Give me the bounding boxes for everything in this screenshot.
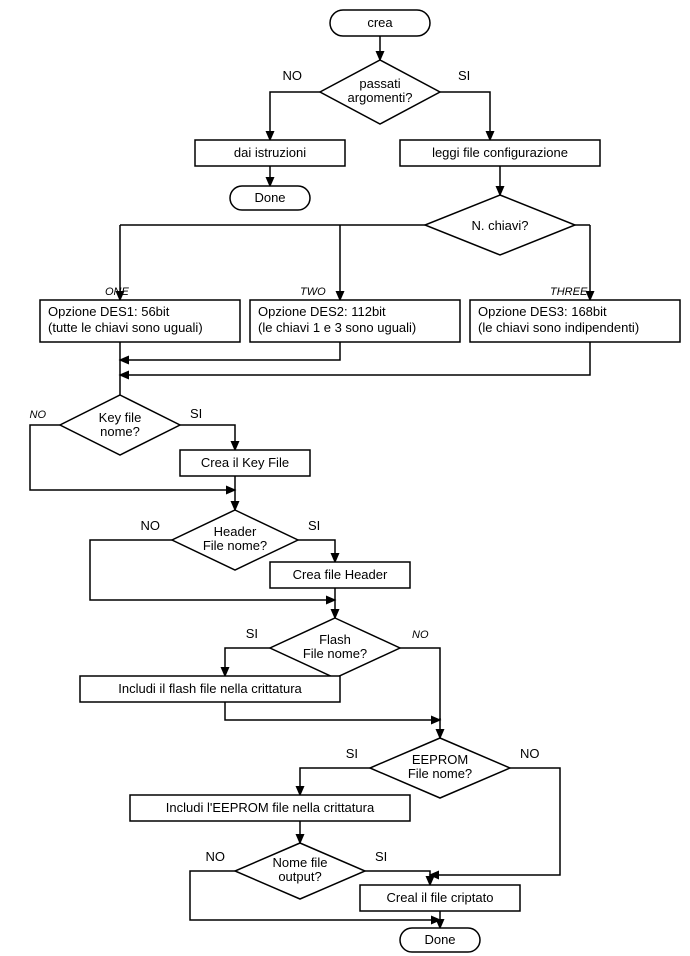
decision-args-l2: argomenti? <box>347 90 412 105</box>
args-no: NO <box>283 68 303 83</box>
des3-l1: Opzione DES3: 168bit <box>478 304 607 319</box>
hd-no: NO <box>141 518 161 533</box>
kf-no: NO <box>30 409 47 421</box>
fl-si: SI <box>246 626 258 641</box>
des2-l1: Opzione DES2: 112bit <box>258 304 386 319</box>
flowchart: text{font-family:Arial,Helvetica,sans-se… <box>0 0 690 956</box>
process-read-config-label: leggi file configurazione <box>432 145 568 160</box>
out-si: SI <box>375 849 387 864</box>
process-crea-output-label: Creal il file criptato <box>387 890 494 905</box>
hd-si: SI <box>308 518 320 533</box>
decision-keyfile-l2: nome? <box>100 424 140 439</box>
decision-output-l1: Nome file <box>273 855 328 870</box>
des1-l2: (tutte le chiavi sono uguali) <box>48 320 203 335</box>
terminal-start-label: crea <box>367 15 393 30</box>
process-crea-keyfile-label: Crea il Key File <box>201 455 289 470</box>
des2-l2: (le chiavi 1 e 3 sono uguali) <box>258 320 416 335</box>
decision-keyfile-l1: Key file <box>99 410 142 425</box>
decision-eeprom-l2: File nome? <box>408 766 472 781</box>
terminal-done-1-label: Done <box>254 190 285 205</box>
decision-flash-l1: Flash <box>319 632 351 647</box>
branch-one-label: ONE <box>105 286 130 298</box>
process-crea-header-label: Crea file Header <box>293 567 388 582</box>
decision-nkeys-label: N. chiavi? <box>471 218 528 233</box>
branch-three-label: THREE <box>550 286 588 298</box>
decision-output-l2: output? <box>278 869 321 884</box>
decision-flash-l2: File nome? <box>303 646 367 661</box>
decision-eeprom-l1: EEPROM <box>412 752 468 767</box>
decision-args-l1: passati <box>359 76 400 91</box>
fl-no: NO <box>412 629 429 641</box>
out-no: NO <box>206 849 226 864</box>
terminal-done-2-label: Done <box>424 932 455 947</box>
des1-l1: Opzione DES1: 56bit <box>48 304 170 319</box>
ee-no: NO <box>520 746 540 761</box>
process-incl-eeprom-label: Includi l'EEPROM file nella crittatura <box>166 800 375 815</box>
args-si: SI <box>458 68 470 83</box>
decision-header-l2: File nome? <box>203 538 267 553</box>
process-instructions-label: dai istruzioni <box>234 145 306 160</box>
kf-si: SI <box>190 406 202 421</box>
ee-si: SI <box>346 746 358 761</box>
process-incl-flash-label: Includi il flash file nella crittatura <box>118 681 302 696</box>
branch-two-label: TWO <box>300 286 326 298</box>
des3-l2: (le chiavi sono indipendenti) <box>478 320 639 335</box>
decision-header-l1: Header <box>214 524 257 539</box>
